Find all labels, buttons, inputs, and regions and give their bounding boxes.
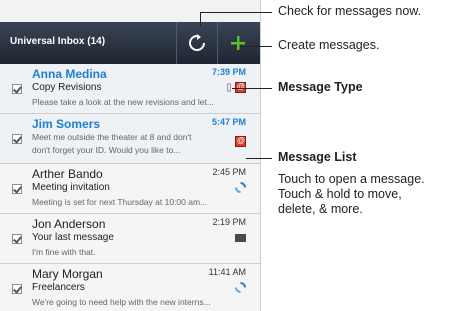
callout-line-type	[232, 88, 272, 89]
callout-desc-line3: delete, & more.	[278, 202, 363, 216]
message-subject: Meeting invitation	[32, 182, 110, 193]
callout-description: Touch to open a message. Touch & hold to…	[278, 172, 425, 217]
message-list: Anna Medina 7:39 PM Copy Revisions Pleas…	[0, 64, 260, 311]
message-time: 2:45 PM	[212, 167, 246, 177]
message-checkbox[interactable]	[12, 184, 22, 194]
message-preview: I'm fine with that.	[32, 247, 96, 257]
message-row[interactable]: Anna Medina 7:39 PM Copy Revisions Pleas…	[0, 64, 260, 114]
callout-line-check-vert	[200, 12, 201, 26]
message-subject: Freelancers	[32, 282, 85, 293]
message-time: 7:39 PM	[211, 67, 246, 77]
message-subject: Copy Revisions	[32, 82, 102, 93]
callout-message-type: Message Type	[278, 80, 363, 94]
envelope-icon	[235, 234, 246, 242]
callout-line-check	[200, 12, 272, 13]
refresh-icon	[189, 34, 205, 51]
message-checkbox[interactable]	[12, 284, 22, 294]
message-preview: Please take a look at the new revisions …	[32, 97, 214, 107]
message-row[interactable]: Jim Somers 5:47 PM Meet me outside the t…	[0, 114, 260, 164]
message-time: 5:47 PM	[211, 117, 246, 127]
message-sender: Anna Medina	[32, 67, 107, 81]
sync-icon	[235, 182, 246, 193]
callout-create: Create messages.	[278, 38, 380, 52]
callout-desc-line1: Touch to open a message.	[278, 172, 425, 186]
sync-icon	[235, 282, 246, 293]
callout-check: Check for messages now.	[278, 4, 422, 18]
message-preview: Meeting is set for next Thursday at 10:0…	[32, 197, 208, 207]
callout-desc-line2: Touch & hold to move,	[278, 187, 402, 201]
plus-icon	[231, 36, 245, 50]
message-sender: Jim Somers	[32, 117, 101, 131]
message-preview: We're going to need help with the new in…	[32, 297, 211, 307]
message-checkbox[interactable]	[12, 84, 22, 94]
callout-message-list: Message List	[278, 150, 357, 164]
message-row[interactable]: Arther Bando 2:45 PM Meeting invitation …	[0, 164, 260, 214]
message-time: 11:41 AM	[208, 267, 246, 277]
message-sender: Jon Anderson	[32, 217, 106, 231]
create-message-button[interactable]	[217, 22, 258, 64]
inbox-title: Universal Inbox (14)	[10, 36, 106, 47]
message-sender: Arther Bando	[32, 167, 103, 181]
callout-line-list	[246, 158, 272, 159]
message-subject: Your last message	[32, 232, 114, 243]
phone-screen: Universal Inbox (14) Anna Medina 7:39 PM…	[0, 0, 261, 311]
refresh-button[interactable]	[176, 22, 217, 64]
callout-line-create	[240, 46, 272, 47]
message-checkbox[interactable]	[12, 134, 22, 144]
message-preview-line2: don't forget your ID. Would you like to.…	[32, 145, 181, 155]
email-icon	[235, 136, 246, 147]
message-preview: Meet me outside the theater at 8 and don…	[32, 132, 192, 142]
message-checkbox[interactable]	[12, 234, 22, 244]
inbox-header: Universal Inbox (14)	[0, 22, 260, 64]
message-row[interactable]: Mary Morgan 11:41 AM Freelancers We're g…	[0, 264, 260, 311]
attachment-icon	[227, 83, 231, 92]
message-sender: Mary Morgan	[32, 267, 103, 281]
message-time: 2:19 PM	[212, 217, 246, 227]
message-row[interactable]: Jon Anderson 2:19 PM Your last message I…	[0, 214, 260, 264]
